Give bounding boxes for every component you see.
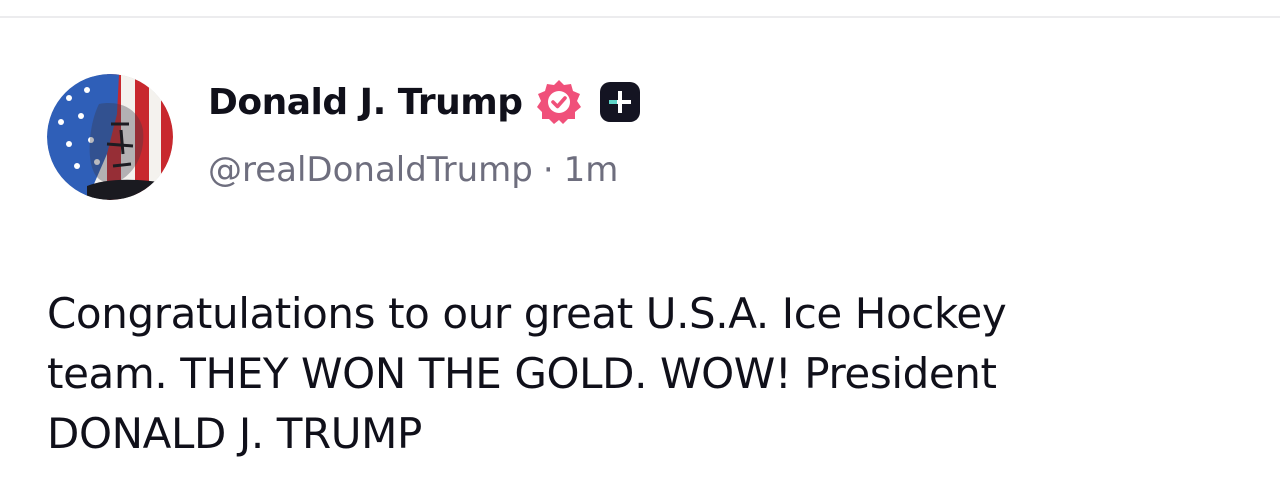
american-flag-portrait-avatar [47,74,173,200]
post-body-text: Congratulations to our great U.S.A. Ice … [47,289,1007,458]
post-timestamp[interactable]: 1m [564,150,619,190]
author-handle-row: @realDonaldTrump · 1m [208,150,618,190]
plus-badge-icon [597,79,643,125]
author-name-row: Donald J. Trump [208,76,643,128]
author-display-name[interactable]: Donald J. Trump [208,82,523,123]
author-avatar[interactable] [47,74,173,200]
author-handle[interactable]: @realDonaldTrump [208,150,533,190]
verified-badge-icon [535,78,583,126]
post-card: Donald J. Trump @realDonaldTrump · 1m Co… [0,0,1280,504]
meta-separator: · [542,150,554,190]
